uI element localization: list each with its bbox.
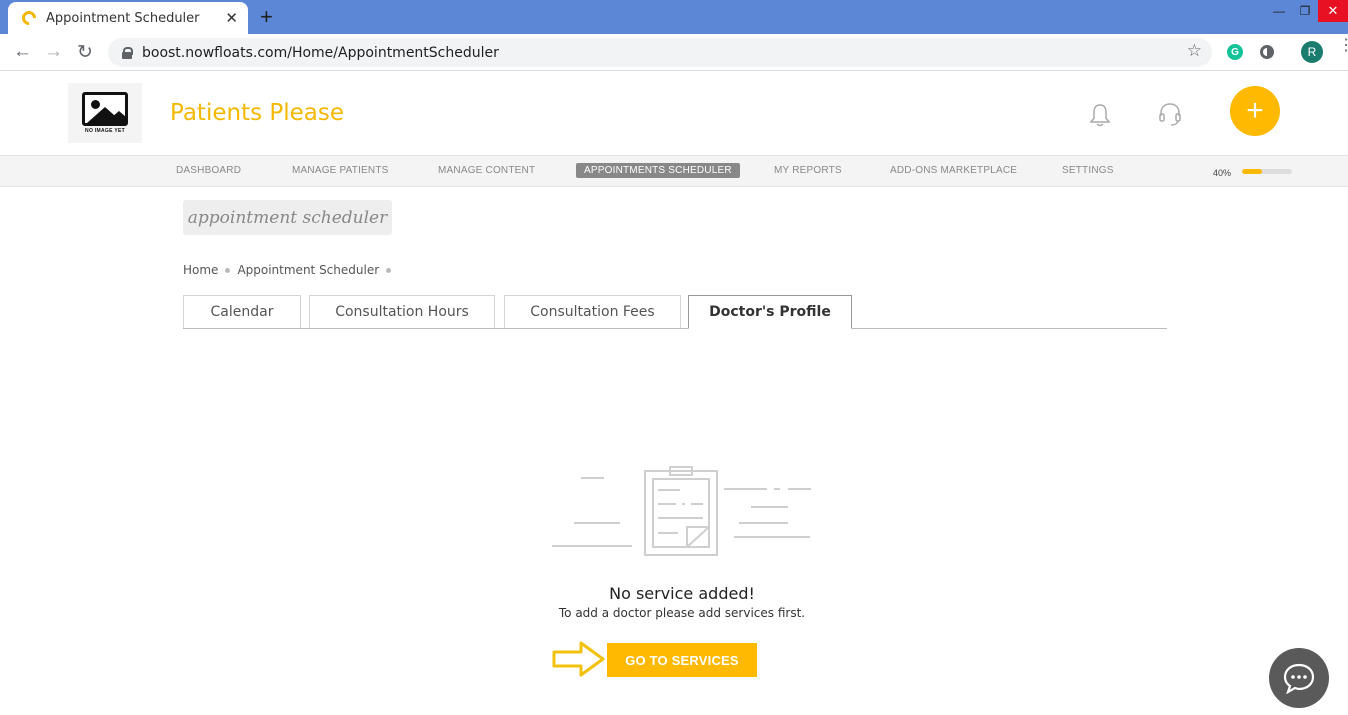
- page-title: appointment scheduler: [187, 207, 388, 228]
- empty-state-subtitle: To add a doctor please add services firs…: [558, 606, 806, 620]
- url-text[interactable]: boost.nowfloats.com/Home/AppointmentSche…: [142, 45, 499, 61]
- go-to-services-button[interactable]: GO TO SERVICES: [607, 643, 757, 677]
- nav-dashboard[interactable]: DASHBOARD: [176, 165, 241, 176]
- profile-progress-bar: [1242, 169, 1292, 174]
- profile-progress-fill: [1242, 169, 1262, 174]
- breadcrumb-appointment-scheduler[interactable]: Appointment Scheduler: [237, 263, 379, 277]
- breadcrumb-separator: [386, 267, 392, 273]
- nav-settings[interactable]: SETTINGS: [1062, 165, 1114, 176]
- window-controls: — ❐ ✕: [1266, 0, 1348, 22]
- profile-progress-label: 40%: [1213, 168, 1232, 178]
- profile-avatar[interactable]: R: [1301, 41, 1323, 63]
- nav-my-reports[interactable]: MY REPORTS: [774, 165, 842, 176]
- bell-icon[interactable]: [1089, 103, 1111, 127]
- browser-toolbar: ← → ↻ boost.nowfloats.com/Home/Appointme…: [0, 34, 1348, 71]
- page-title-box: appointment scheduler: [183, 200, 392, 235]
- nav-appointments-scheduler[interactable]: APPOINTMENTS SCHEDULER: [576, 163, 740, 178]
- add-button[interactable]: +: [1230, 86, 1280, 136]
- breadcrumb-separator: [225, 267, 231, 273]
- new-tab-icon[interactable]: +: [260, 4, 273, 30]
- close-tab-icon[interactable]: ✕: [225, 9, 238, 27]
- support-headset-icon[interactable]: [1158, 102, 1182, 128]
- nav-manage-patients[interactable]: MANAGE PATIENTS: [292, 165, 389, 176]
- tab-consultation-fees[interactable]: Consultation Fees: [504, 295, 681, 328]
- logo-caption: NO IMAGE YET: [85, 128, 125, 134]
- tab-doctors-profile[interactable]: Doctor's Profile: [688, 295, 852, 329]
- extension-circle-icon[interactable]: [1260, 45, 1274, 59]
- tab-calendar[interactable]: Calendar: [183, 295, 301, 328]
- site-name: Patients Please: [170, 100, 345, 126]
- browser-tab[interactable]: Appointment Scheduler ✕: [8, 2, 248, 34]
- grammarly-extension-icon[interactable]: G: [1227, 44, 1243, 60]
- browser-menu-icon[interactable]: ⋮: [1338, 38, 1348, 54]
- browser-tab-bar: Appointment Scheduler ✕ + — ❐ ✕: [0, 0, 1348, 34]
- clipboard-illustration-icon: [552, 466, 811, 556]
- tab-consultation-hours[interactable]: Consultation Hours: [309, 295, 495, 328]
- reload-icon[interactable]: ↻: [77, 41, 93, 64]
- restore-icon[interactable]: ❐: [1292, 0, 1318, 22]
- browser-tab-title: Appointment Scheduler: [46, 10, 200, 26]
- site-favicon-icon: [19, 8, 39, 28]
- app-header: NO IMAGE YET Patients Please +: [0, 71, 1348, 155]
- forward-arrow-icon[interactable]: →: [44, 41, 63, 63]
- back-arrow-icon[interactable]: ←: [13, 41, 32, 63]
- chat-icon: [1283, 663, 1315, 694]
- chat-widget-button[interactable]: [1269, 648, 1329, 708]
- business-logo[interactable]: NO IMAGE YET: [68, 83, 142, 143]
- close-window-icon[interactable]: ✕: [1318, 0, 1348, 22]
- right-arrow-icon: [552, 641, 605, 677]
- image-placeholder-icon: [82, 92, 128, 126]
- breadcrumb: Home Appointment Scheduler: [183, 263, 398, 277]
- bookmark-star-icon[interactable]: ☆: [1187, 41, 1202, 61]
- breadcrumb-home[interactable]: Home: [183, 263, 218, 277]
- lock-icon: [122, 46, 133, 59]
- nav-add-ons-marketplace[interactable]: ADD-ONS MARKETPLACE: [890, 165, 1017, 176]
- address-bar[interactable]: boost.nowfloats.com/Home/AppointmentSche…: [108, 38, 1212, 67]
- main-nav: DASHBOARD MANAGE PATIENTS MANAGE CONTENT…: [0, 155, 1348, 187]
- scheduler-tabs: Calendar Consultation Hours Consultation…: [183, 295, 1167, 329]
- minimize-icon[interactable]: —: [1266, 0, 1292, 22]
- empty-state-title: No service added!: [609, 584, 755, 603]
- nav-manage-content[interactable]: MANAGE CONTENT: [438, 165, 535, 176]
